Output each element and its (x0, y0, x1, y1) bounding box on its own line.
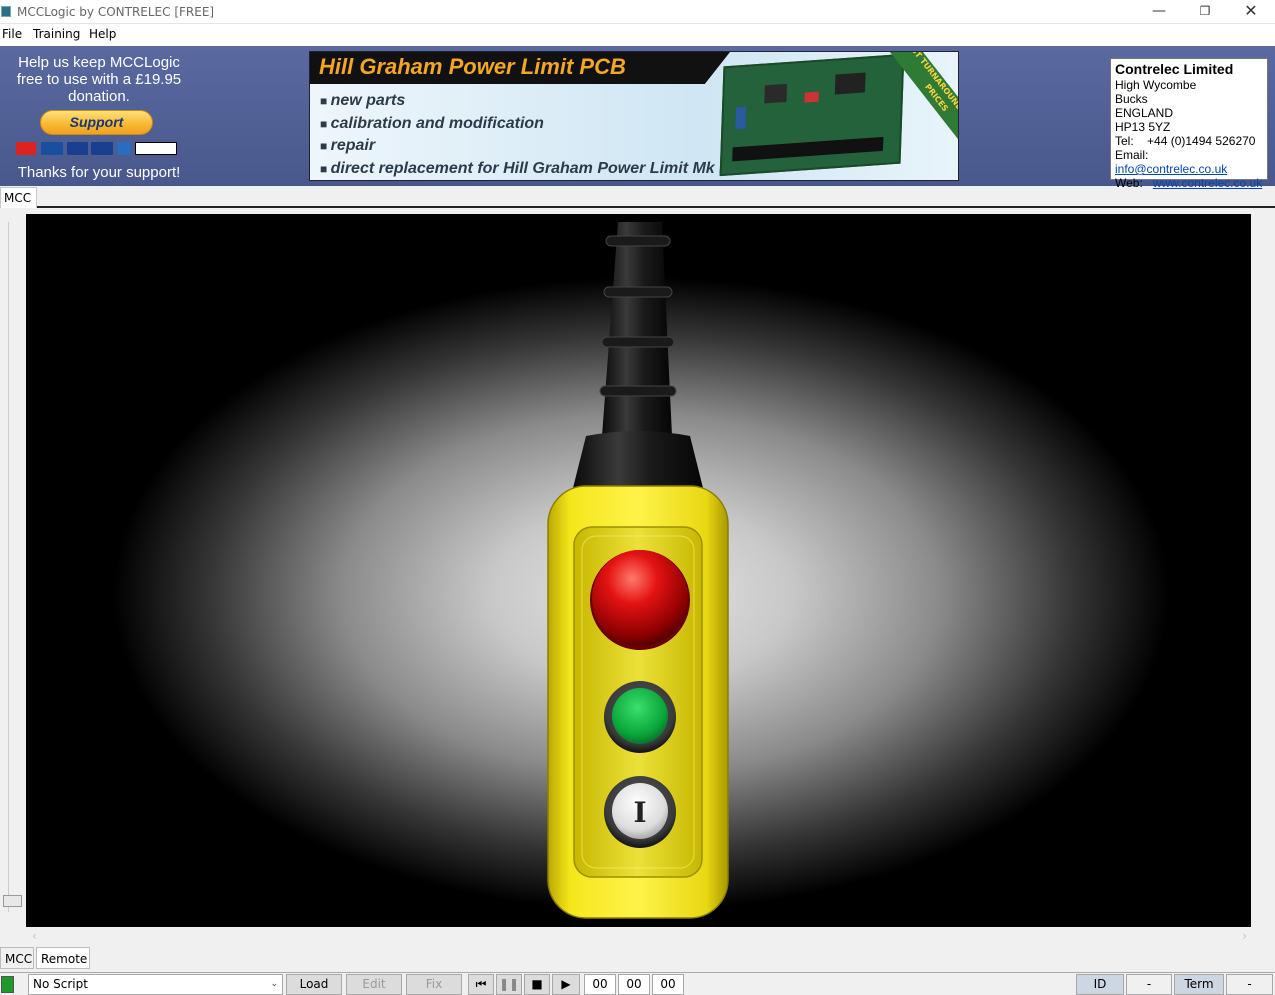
app-icon (1, 6, 11, 17)
banner: Help us keep MCCLogic free to use with a… (0, 46, 1275, 190)
time-seconds: 00 (652, 974, 684, 995)
top-tab-strip: MCC (0, 187, 1275, 208)
tab-mcc-top[interactable]: MCC (0, 187, 38, 208)
stop-icon[interactable]: ■ (524, 974, 550, 995)
cable-ring (603, 286, 673, 298)
email-link[interactable]: info@contrelec.co.uk (1115, 162, 1227, 176)
horizontal-scrollbar[interactable]: ‹ › (26, 928, 1251, 945)
address-line: High Wycombe (1115, 78, 1197, 92)
script-select-value: No Script (33, 977, 88, 991)
start-button-symbol: I (633, 796, 646, 829)
time-minutes: 00 (618, 974, 650, 995)
pcb-image (719, 53, 905, 177)
script-select[interactable]: No Script ⌄ (28, 974, 283, 995)
id-value: - (1126, 974, 1172, 995)
menu-file[interactable]: File (2, 27, 22, 41)
advert-bullet: new parts (320, 90, 728, 113)
cable-collar (572, 431, 704, 492)
payment-cards-icon (16, 142, 178, 155)
email-line: Email: info@contrelec.co.uk (1115, 148, 1263, 176)
scroll-right-icon[interactable]: › (1242, 929, 1247, 943)
menu-training[interactable]: Training (33, 27, 80, 41)
status-indicator (1, 976, 14, 993)
menu-help[interactable]: Help (89, 27, 116, 41)
window-title: MCCLogic by CONTRELEC [FREE] (17, 5, 215, 19)
advert-bullet: repair (320, 135, 728, 158)
close-button[interactable]: ✕ (1228, 0, 1274, 24)
advert-headline: Hill Graham Power Limit PCB (310, 52, 730, 84)
term-value: - (1226, 974, 1273, 995)
donation-message: Help us keep MCCLogic free to use with a… (16, 54, 182, 105)
advert-bullet: calibration and modification (320, 113, 728, 136)
id-label: ID (1076, 974, 1124, 995)
advert-bullets: new parts calibration and modification r… (320, 90, 728, 180)
menu-bar: File Training Help (0, 24, 1275, 46)
address-line: Bucks (1115, 92, 1148, 106)
play-icon[interactable]: ▶ (552, 974, 580, 995)
tel-label: Tel: (1115, 134, 1134, 148)
tab-mcc[interactable]: MCC (0, 947, 34, 969)
title-bar: MCCLogic by CONTRELEC [FREE] — ❐ ✕ (0, 0, 1275, 24)
scroll-left-icon[interactable]: ‹ (32, 929, 37, 943)
tab-remote[interactable]: Remote (36, 947, 90, 969)
time-hours: 00 (584, 974, 616, 995)
chevron-down-icon: ⌄ (270, 979, 278, 989)
pause-icon[interactable]: ❚❚ (496, 974, 522, 995)
stop-button-cap (592, 550, 688, 646)
telephone-line: Tel: +44 (0)1494 526270 (1115, 134, 1263, 148)
email-label: Email: (1115, 148, 1149, 162)
donation-thanks: Thanks for your support! (17, 164, 181, 181)
cable-ring (601, 336, 675, 348)
cable (602, 222, 672, 436)
remote-viewport: I (26, 214, 1251, 927)
tel-value: +44 (0)1494 526270 (1147, 134, 1256, 148)
cable-ring (599, 385, 677, 397)
restore-button[interactable]: ❐ (1182, 0, 1228, 24)
vertical-slider-track[interactable] (8, 222, 14, 912)
vertical-slider-thumb[interactable] (3, 895, 22, 907)
status-bar: No Script ⌄ Load Edit Fix ⏮ ❚❚ ■ ▶ 00 00… (0, 972, 1275, 995)
rewind-icon[interactable]: ⏮ (468, 974, 494, 995)
cable-ring (605, 235, 671, 247)
address-line: HP13 5YZ (1115, 120, 1171, 134)
green-button (612, 688, 668, 744)
company-name: Contrelec Limited (1115, 61, 1234, 77)
pendant-control: I (547, 222, 729, 919)
support-button[interactable]: Support (40, 110, 153, 135)
minimize-button[interactable]: — (1136, 0, 1182, 24)
donation-panel: Help us keep MCCLogic free to use with a… (0, 46, 198, 186)
fix-button[interactable]: Fix (406, 974, 462, 995)
advert-banner[interactable]: Hill Graham Power Limit PCB new parts ca… (309, 51, 959, 181)
edit-button[interactable]: Edit (346, 974, 402, 995)
load-button[interactable]: Load (286, 974, 342, 995)
term-label: Term (1174, 974, 1224, 995)
address-line: ENGLAND (1115, 106, 1174, 120)
advert-bullet: direct replacement for Hill Graham Power… (320, 158, 728, 181)
contact-panel: Contrelec Limited High Wycombe Bucks ENG… (1110, 58, 1268, 190)
